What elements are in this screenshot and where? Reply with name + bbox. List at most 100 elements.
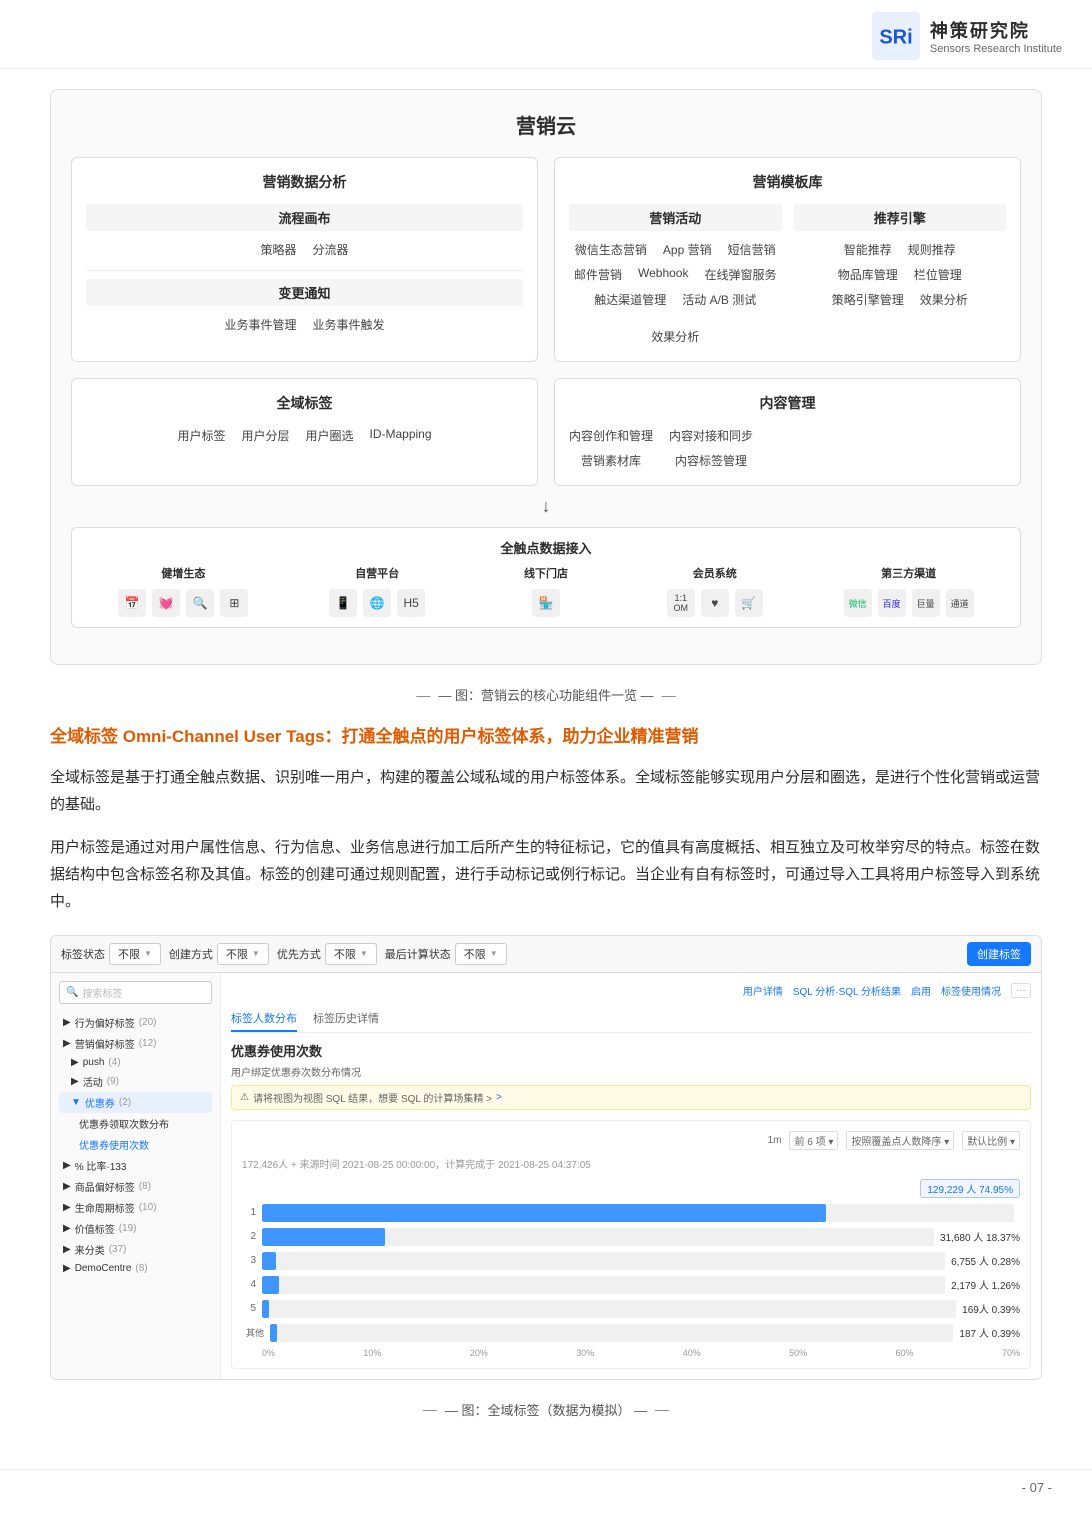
bar-num-other: 其他 [242,1326,264,1339]
body-paragraph-2: 用户标签是通过对用户属性信息、行为信息、业务信息进行加工后所产生的特征标记，它的… [50,834,1042,915]
mc-change-notify-title: 变更通知 [86,279,523,306]
sidebar-item-lifecycle[interactable]: ▶ 生命周期标签 (10) [59,1197,212,1218]
tag-search-box[interactable]: 🔍 搜索标签 [59,981,212,1004]
expand-icon-10: ▶ [63,1244,71,1255]
chart-xaxis: 0% 10% 20% 30% 40% 50% 60% 70% [242,1348,1020,1358]
bar-fill-4 [262,1276,279,1294]
tp-group-thirdparty: 第三方渠道 微信 百度 巨量 通道 [844,565,974,617]
expand-icon-9: ▶ [63,1223,71,1234]
bar-row-3: 3 6,755 人 0.28% [242,1252,1020,1270]
filter-calc-box[interactable]: 不限 ▼ [455,943,507,965]
mc-act-row2: 邮件营销 Webhook 在线弹窗服务 [569,264,782,285]
tp-group-store: 线下门店 🏪 [506,565,586,617]
warning-icon: ⚠ [240,1092,249,1103]
sidebar-item-product-tags[interactable]: ▶ 商品偏好标签 (8) [59,1176,212,1197]
tag-filter-calc-status: 最后计算状态 不限 ▼ [385,943,507,965]
sidebar-item-democentre[interactable]: ▶ DemoCentre (8) [59,1260,212,1277]
mc-template-title: 营销模板库 [569,172,1006,192]
expand-icon-6: ▶ [63,1160,71,1171]
sidebar-item-marketing-tags[interactable]: ▶ 营销偏好标签 (12) [59,1033,212,1054]
chart-total-text: 172,426人 + 来源时间 2021-08-25 00:00:00，计算完成… [242,1160,591,1171]
mc-recommend: 推荐引擎 智能推荐 规则推荐 物品库管理 栏位管理 策略引擎管理 效果分析 [794,204,1007,347]
sidebar-item-behavior-tags[interactable]: ▶ 行为偏好标签 (20) [59,1012,212,1033]
baidu-icon: 百度 [878,589,906,617]
mc-global-tags-items: 用户标签 用户分层 用户圈选 ID-Mapping [86,425,523,446]
ratio-filter[interactable]: 默认比例 ▾ [962,1131,1020,1150]
tag-filter-status: 标签状态 不限 ▼ [61,943,161,965]
crm-icon: 1:1OM [667,589,695,617]
chart-actions: 1m 前 6 项 ▾ 按照覆盖点人数降序 ▾ 默认比例 ▾ [768,1131,1020,1150]
bar-row-1: 1 [242,1204,1020,1222]
tp-group-ecology: 健增生态 📅 💓 🔍 ⊞ [118,565,248,617]
shop-icon: 🛒 [735,589,763,617]
mc-content-inner: 内容创作和管理 营销素材库 内容对接和同步 内容标签管理 [569,425,1006,471]
sidebar-label: 行为偏好标签 [75,1015,135,1030]
tag-main-tabs: 标签人数分布 标签历史详情 [231,1006,1031,1033]
mc-activities: 营销活动 微信生态营销 App 营销 短信营销 邮件营销 Webhook 在线弹… [569,204,782,347]
top-n-filter[interactable]: 前 6 项 ▾ [789,1131,838,1150]
sidebar-item-activity[interactable]: ▶ 活动 (9) [59,1071,212,1092]
bar-track-1 [262,1204,1014,1222]
sidebar-item-value-tags[interactable]: ▶ 价值标签 (19) [59,1218,212,1239]
expand-icon-11: ▶ [63,1263,71,1274]
sql-analysis-btn[interactable]: SQL 分析·SQL 分析结果 [793,983,901,998]
sidebar-item-rate[interactable]: ▶ % 比率·133 [59,1155,212,1176]
mc-content-mgmt: 内容管理 内容创作和管理 营销素材库 内容对接和同步 内容标签管理 [554,378,1021,486]
calendar-icon: 📅 [118,589,146,617]
heartbeat-icon: 💓 [152,589,180,617]
more-btn[interactable]: ··· [1011,983,1031,998]
sidebar-item-coupon[interactable]: ▼ 优惠券 (2) [59,1092,212,1113]
tag-usage-btn[interactable]: 标签使用情况 [941,983,1001,998]
bar-track-other [270,1324,953,1342]
tag-main-top-actions: 用户详情 SQL 分析·SQL 分析结果 启用 标签使用情况 ··· [231,983,1031,998]
bar-label-5: 169人 0.39% [962,1301,1020,1316]
mc-content-col1: 内容创作和管理 营销素材库 [569,425,653,471]
mc-bottom-columns: 全域标签 用户标签 用户分层 用户圈选 ID-Mapping 内容管理 内容创作… [71,378,1021,486]
sidebar-item-push[interactable]: ▶ push (4) [59,1054,212,1071]
bar-num-1: 1 [242,1207,256,1218]
bar-num-2: 2 [242,1231,256,1242]
svg-text:SRi: SRi [879,27,912,49]
tp-store-icons: 🏪 [532,589,560,617]
mc-flow-canvas-title: 流程画布 [86,204,523,231]
mc-item-4: 业务事件触发 [313,314,385,335]
store-icon: 🏪 [532,589,560,617]
bar-row-2: 2 31,680 人 18.37% [242,1228,1020,1246]
sidebar-item-coupon-receive[interactable]: 优惠券领取次数分布 [59,1113,212,1134]
tab-history[interactable]: 标签历史详情 [313,1006,379,1032]
mc-act-row1: 微信生态营销 App 营销 短信营销 [569,239,782,260]
tab-user-distribution[interactable]: 标签人数分布 [231,1006,297,1032]
wechat-icon: 微信 [844,589,872,617]
web-icon: 🌐 [363,589,391,617]
sidebar-item-coupon-use[interactable]: 优惠券使用次数 [59,1134,212,1155]
body-paragraph-1: 全域标签是基于打通全触点数据、识别唯一用户，构建的覆盖公域私域的用户标签体系。全… [50,764,1042,818]
filter-priority-box[interactable]: 不限 ▼ [325,943,377,965]
expand-icon: ▶ [63,1017,71,1028]
notice-link[interactable]: > [496,1092,502,1103]
tag-ui-body: 🔍 搜索标签 ▶ 行为偏好标签 (20) ▶ 营销偏好标签 (12) ▶ pus… [51,973,1041,1379]
touchpoint-section: 全触点数据接入 健增生态 📅 💓 🔍 ⊞ 自营平台 📱 [71,527,1021,628]
tag-action-buttons: 用户详情 SQL 分析·SQL 分析结果 启用 标签使用情况 ··· [743,983,1031,998]
sidebar-item-unclassified[interactable]: ▶ 来分类 (37) [59,1239,212,1260]
create-tag-button[interactable]: 创建标签 [967,942,1031,966]
time-filter[interactable]: 1m [768,1135,782,1146]
caption-mc-text: — 图：营销云的核心功能组件一览 — [438,685,653,704]
expand-icon-8: ▶ [63,1202,71,1213]
jl-icon: 巨量 [912,589,940,617]
mc-flow-items: 策略器 分流器 [86,239,523,260]
mc-recommend-title: 推荐引擎 [794,204,1007,231]
search-placeholder: 搜索标签 [82,985,122,1000]
bar-fill-2 [262,1228,385,1246]
bar-track-5 [262,1300,956,1318]
filter-create-box[interactable]: 不限 ▼ [217,943,269,965]
logo-chinese: 神策研究院 [930,17,1062,43]
tp-group-platform: 自营平台 📱 🌐 H5 [329,565,425,617]
filter-status-box[interactable]: 不限 ▼ [109,943,161,965]
sort-filter[interactable]: 按照覆盖点人数降序 ▾ [846,1131,954,1150]
enable-btn[interactable]: 启用 [911,983,931,998]
mc-top-columns: 营销数据分析 流程画布 策略器 分流器 变更通知 业务事件管理 业务事件触发 [71,157,1021,362]
user-detail-btn[interactable]: 用户详情 [743,983,783,998]
expand-icon-2: ▶ [63,1038,71,1049]
arrow-down: ↓ [71,496,1021,517]
bar-label-4: 2,179 人 1.26% [951,1277,1020,1292]
